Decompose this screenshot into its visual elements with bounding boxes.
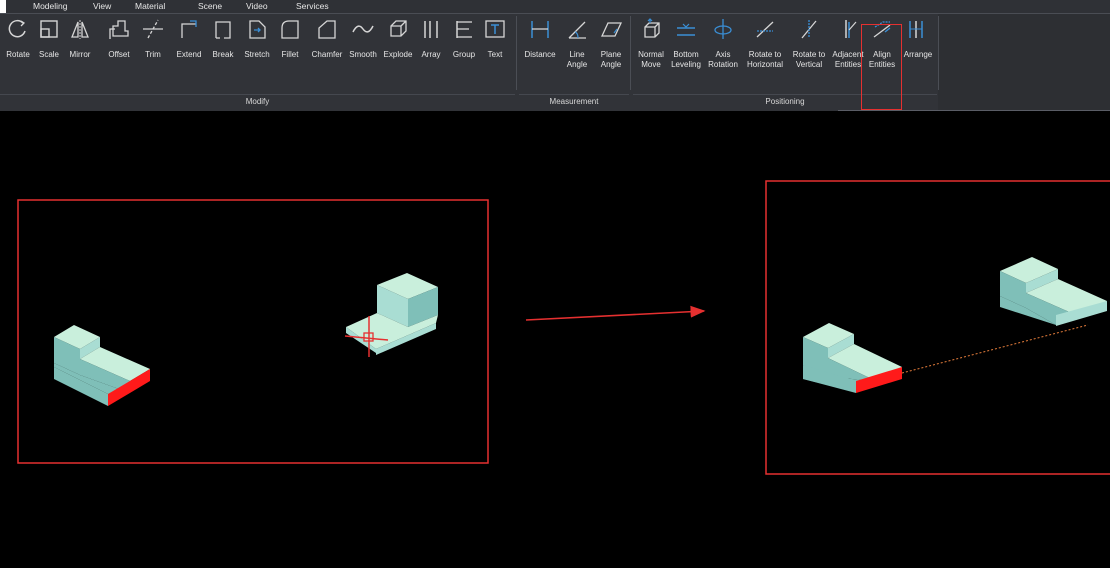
smooth-icon: [352, 18, 374, 40]
tab-scene[interactable]: Scene: [198, 1, 222, 11]
array-icon: [420, 18, 442, 40]
text-icon: [484, 18, 506, 40]
distance-button[interactable]: Distance: [522, 16, 558, 78]
alignment-guide-line: [901, 324, 1089, 374]
tab-video[interactable]: Video: [246, 1, 268, 11]
after-frame: [765, 180, 1110, 475]
menu-bar: Modeling View Material Scene Video Servi…: [0, 0, 1110, 14]
rotate-vertical-icon: [798, 18, 820, 40]
text-button[interactable]: Text: [482, 16, 508, 78]
scale-button[interactable]: Scale: [37, 16, 61, 78]
offset-icon: [108, 18, 130, 40]
chamfer-button[interactable]: Chamfer: [308, 16, 346, 78]
explode-button[interactable]: Explode: [381, 16, 415, 78]
3d-viewport[interactable]: [6, 111, 1110, 568]
distance-icon: [529, 18, 551, 40]
modify-group: Rotate Scale Mirror Offset Trim Extend B…: [0, 14, 517, 106]
group-separator: [938, 16, 939, 90]
arrange-button[interactable]: Arrange: [901, 16, 935, 78]
tab-modeling[interactable]: Modeling: [33, 1, 68, 11]
ribbon-toolbar: Rotate Scale Mirror Offset Trim Extend B…: [0, 14, 1110, 112]
file-tab-edge: [0, 0, 6, 13]
tab-material[interactable]: Material: [135, 1, 165, 11]
chamfer-icon: [316, 18, 338, 40]
trim-button[interactable]: Trim: [140, 16, 166, 78]
extend-icon: [178, 18, 200, 40]
offset-button[interactable]: Offset: [104, 16, 134, 78]
break-icon: [212, 18, 234, 40]
plane-angle-icon: [600, 18, 623, 40]
extend-button[interactable]: Extend: [172, 16, 206, 78]
plane-angle-button[interactable]: Plane Angle: [595, 16, 627, 78]
mirror-button[interactable]: Mirror: [65, 16, 95, 78]
stretch-icon: [246, 18, 268, 40]
tab-view[interactable]: View: [93, 1, 111, 11]
mirror-icon: [69, 18, 91, 40]
l-block-right-after[interactable]: [1000, 257, 1107, 326]
adjacent-entities-icon: [837, 18, 859, 40]
transition-arrow: [525, 305, 706, 321]
line-angle-icon: [566, 18, 588, 40]
ribbon-empty-area: [938, 14, 1110, 111]
application-window: Modeling View Material Scene Video Servi…: [0, 0, 1110, 568]
tab-services[interactable]: Services: [296, 1, 329, 11]
align-entities-highlight-box: [861, 24, 902, 110]
scene-canvas: [17, 180, 1110, 475]
rotate-icon: [7, 18, 29, 40]
bottom-leveling-icon: [675, 18, 697, 40]
rotate-button[interactable]: Rotate: [3, 16, 33, 78]
l-block-left-before[interactable]: [54, 325, 150, 406]
explode-icon: [387, 18, 409, 40]
fillet-button[interactable]: Fillet: [276, 16, 304, 78]
measurement-group-label: Measurement: [519, 94, 629, 108]
array-button[interactable]: Array: [418, 16, 444, 78]
stretch-button[interactable]: Stretch: [240, 16, 274, 78]
scale-icon: [38, 18, 60, 40]
measurement-group: Distance Line Angle Plane Angle Measurem…: [519, 14, 631, 106]
modify-group-label: Modify: [0, 94, 515, 108]
text-label: Text: [487, 50, 503, 59]
axis-rotation-icon: [712, 18, 734, 40]
trim-icon: [142, 18, 164, 40]
group-icon: [453, 18, 475, 40]
l-block-left-after[interactable]: [803, 323, 902, 393]
smooth-button[interactable]: Smooth: [347, 16, 379, 78]
rotate-horizontal-icon: [754, 18, 776, 40]
fillet-icon: [279, 18, 301, 40]
l-block-right-before[interactable]: [346, 273, 438, 355]
break-button[interactable]: Break: [209, 16, 237, 78]
group-button[interactable]: Group: [449, 16, 479, 78]
arrange-icon: [907, 18, 929, 40]
normal-move-icon: [640, 18, 662, 40]
